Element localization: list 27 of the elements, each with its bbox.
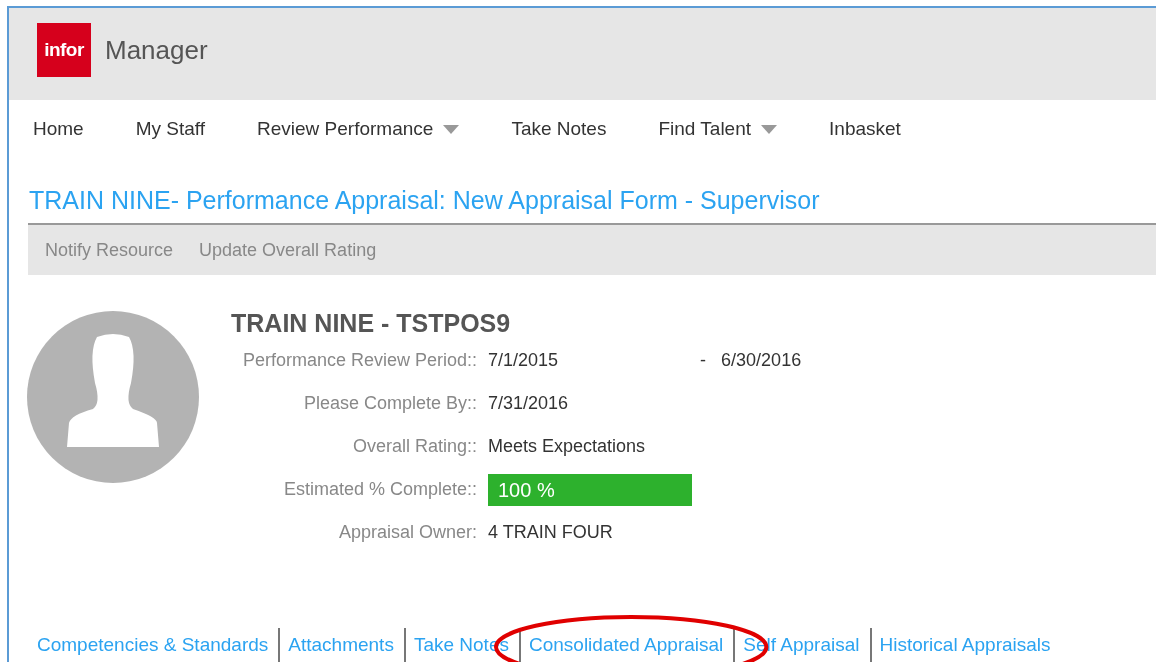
field-value: 7/1/2015 [488,349,559,372]
field-value: 7/31/2016 [488,392,569,415]
logo: infor [37,23,91,77]
nav-link[interactable]: Home [33,118,84,140]
employee-name: TRAIN NINE - TSTPOS9 [231,309,512,338]
field-value: Meets Expectations [488,435,646,458]
field-label: Estimated % Complete:: [282,478,477,501]
app-title: Manager [105,34,208,66]
tab-link[interactable]: Historical Appraisals [871,632,1061,658]
avatar-icon [27,311,199,483]
nav-link[interactable]: Inbasket [829,118,901,140]
toolbar-link[interactable]: Update Overall Rating [199,239,377,261]
field-label: Performance Review Period:: [241,349,477,372]
nav-link[interactable]: Take Notes [511,118,607,140]
progress-text: 100 % [497,479,555,501]
tab-link[interactable]: Competencies & Standards [29,632,279,658]
nav-link[interactable]: Find Talent [658,118,778,140]
field-label: Appraisal Owner: [337,521,477,544]
toolbar-link[interactable]: Notify Resource [45,239,174,261]
tab-link[interactable]: Attachments [280,632,404,658]
field-value: - 6/30/2016 [700,349,802,372]
nav-link[interactable]: My Staff [135,118,206,140]
field-value: 4 TRAIN FOUR [488,521,613,544]
field-label: Overall Rating:: [351,435,477,458]
page-title: TRAIN NINE- Performance Appraisal: New Appraisal Form - Supervisor [28,185,821,216]
field-label: Please Complete By:: [302,392,477,415]
nav-link[interactable]: Review Performance [257,118,460,140]
